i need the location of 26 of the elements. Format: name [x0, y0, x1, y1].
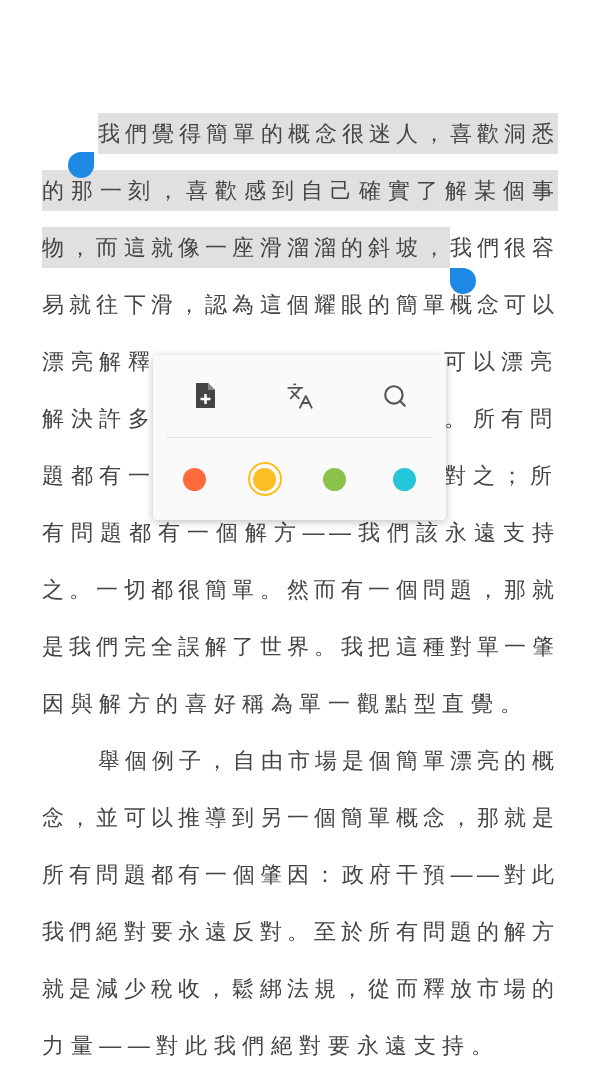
body-text: 之。一切都很簡單。然而有一個問題，那就 [42, 577, 558, 602]
selection-handle[interactable] [68, 152, 94, 178]
body-text: 題都有一 [42, 462, 156, 490]
body-text: 念，並可以推導到另一個簡單概念，那就是 [42, 805, 558, 830]
body-text: 有問題都有一個解方——我們該永遠支持 [42, 520, 558, 545]
highlight-color-option[interactable] [247, 462, 282, 496]
selection-handle[interactable] [450, 268, 476, 294]
body-text: 可以漂亮 [444, 348, 558, 376]
body-text: 舉個例子，自由市場是個簡單漂亮的概 [98, 748, 558, 773]
selected-text: 的那一刻，喜歡感到自己確實了解某個事 [42, 170, 558, 211]
translate-icon[interactable] [285, 382, 314, 410]
body-text: 所有問題都有一個肇因：政府干預——對此 [42, 862, 558, 887]
selected-text: 物，而這就像一座滑溜溜的斜坡， [42, 227, 450, 268]
body-text: 我們很容 [449, 235, 558, 260]
body-text: 我們絕對要永遠反對。至於所有問題的解方 [42, 919, 558, 944]
search-icon[interactable] [381, 383, 408, 409]
body-text: 解決許多 [42, 405, 156, 433]
body-text: 就是減少稅收，鬆綁法規，從而釋放市場的 [42, 976, 558, 1001]
body-text: 因與解方的喜好稱為單一觀點型直覺。 [42, 691, 529, 716]
body-text: 力量——對此我們絕對要永遠支持。 [42, 1033, 500, 1058]
body-text: 漂亮解釋 [42, 348, 156, 376]
body-text: 是我們完全誤解了世界。我把這種對單一肇 [42, 634, 558, 659]
body-text: 。所有問 [444, 405, 558, 433]
body-text: 易就往下滑，認為這個耀眼的簡單概念可以 [42, 292, 558, 317]
selected-text: 我們覺得簡單的概念很迷人，喜歡洞悉 [98, 113, 558, 154]
body-text: 對之；所 [444, 462, 558, 490]
